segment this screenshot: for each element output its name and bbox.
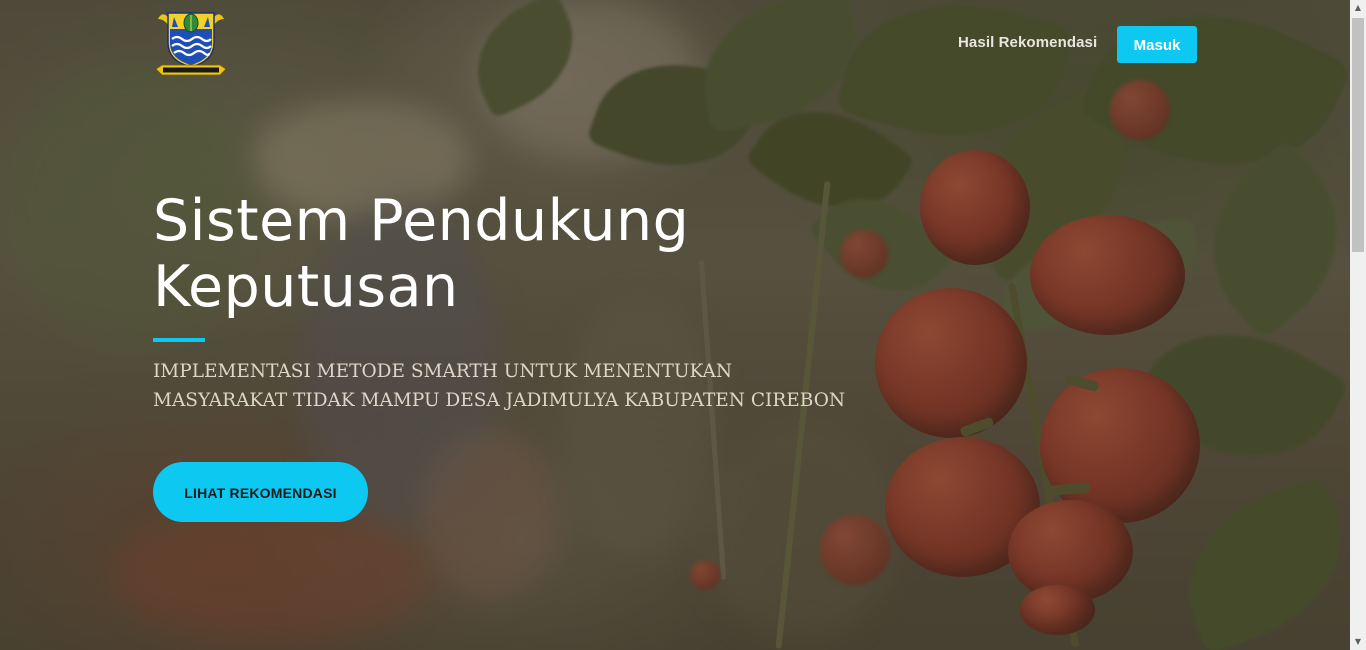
login-button[interactable]: Masuk bbox=[1117, 26, 1197, 63]
vertical-scrollbar[interactable]: ▲ ▼ bbox=[1350, 0, 1366, 650]
cirebon-regency-emblem-icon[interactable] bbox=[155, 9, 227, 79]
landing-page: Hasil Rekomendasi Masuk Sistem Pendukung… bbox=[0, 0, 1366, 650]
hero-divider bbox=[153, 338, 205, 342]
nav-link-hasil-rekomendasi[interactable]: Hasil Rekomendasi bbox=[958, 34, 1097, 51]
hero-title: Sistem Pendukung Keputusan bbox=[153, 188, 690, 320]
hero-dark-overlay bbox=[0, 0, 1350, 650]
scroll-down-arrow-icon[interactable]: ▼ bbox=[1350, 634, 1366, 650]
scrollbar-thumb[interactable] bbox=[1352, 18, 1364, 252]
hero-subtitle: IMPLEMENTASI METODE SMARTH UNTUK MENENTU… bbox=[153, 361, 846, 411]
lihat-rekomendasi-button[interactable]: LIHAT REKOMENDASI bbox=[153, 462, 368, 522]
hero-background-image bbox=[0, 0, 1350, 650]
scroll-up-arrow-icon[interactable]: ▲ bbox=[1350, 0, 1366, 16]
